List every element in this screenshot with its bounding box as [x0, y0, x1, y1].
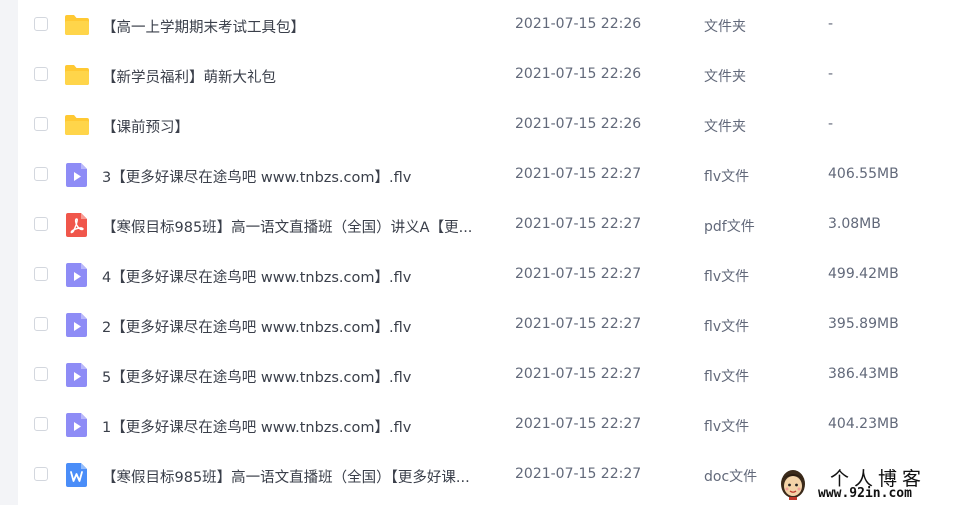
file-modified-time: 2021-07-15 22:27 [515, 316, 642, 332]
file-name[interactable]: 1【更多好课尽在途鸟吧 www.tnbzs.com】.flv [102, 416, 411, 437]
row-checkbox[interactable] [34, 417, 48, 431]
watermark: 个人博客 www.92in.com [770, 462, 967, 505]
file-type: flv文件 [704, 169, 750, 185]
file-type: 文件夹 [704, 19, 746, 35]
file-type: 文件夹 [704, 119, 746, 135]
file-type: pdf文件 [704, 219, 755, 235]
row-checkbox[interactable] [34, 117, 48, 131]
file-row[interactable]: 【高一上学期期末考试工具包】 2021-07-15 22:26 文件夹 - [18, 0, 967, 50]
file-type: flv文件 [704, 419, 750, 435]
file-row[interactable]: 【课前预习】 2021-07-15 22:26 文件夹 - [18, 100, 967, 150]
file-name[interactable]: 3【更多好课尽在途鸟吧 www.tnbzs.com】.flv [102, 166, 411, 187]
file-type: flv文件 [704, 319, 750, 335]
file-size: 406.55MB [828, 166, 899, 182]
folder-icon [65, 65, 89, 85]
file-size: 404.23MB [828, 416, 899, 432]
pdf-file-icon [66, 213, 87, 237]
file-size: 499.42MB [828, 266, 899, 282]
file-size: 395.89MB [828, 316, 899, 332]
row-checkbox[interactable] [34, 67, 48, 81]
row-checkbox[interactable] [34, 217, 48, 231]
file-name[interactable]: 4【更多好课尽在途鸟吧 www.tnbzs.com】.flv [102, 266, 411, 287]
file-row[interactable]: 1【更多好课尽在途鸟吧 www.tnbzs.com】.flv 2021-07-1… [18, 400, 967, 450]
file-name[interactable]: 【高一上学期期末考试工具包】 [102, 16, 305, 37]
folder-icon [65, 15, 89, 35]
row-checkbox[interactable] [34, 267, 48, 281]
file-name[interactable]: 【寒假目标985班】高一语文直播班（全国）【更多好课... [102, 466, 470, 487]
file-modified-time: 2021-07-15 22:27 [515, 466, 642, 482]
video-file-icon [66, 313, 87, 337]
file-modified-time: 2021-07-15 22:26 [515, 16, 642, 32]
file-size: 386.43MB [828, 366, 899, 382]
file-type: flv文件 [704, 269, 750, 285]
file-type: doc文件 [704, 469, 758, 485]
folder-icon [65, 115, 89, 135]
file-size: 3.08MB [828, 216, 881, 232]
cartoon-face-icon [781, 470, 805, 500]
file-row[interactable]: 2【更多好课尽在途鸟吧 www.tnbzs.com】.flv 2021-07-1… [18, 300, 967, 350]
word-file-icon [66, 463, 87, 487]
file-modified-time: 2021-07-15 22:26 [515, 116, 642, 132]
file-size: - [828, 66, 834, 82]
file-name[interactable]: 5【更多好课尽在途鸟吧 www.tnbzs.com】.flv [102, 366, 411, 387]
file-modified-time: 2021-07-15 22:27 [515, 366, 642, 382]
file-modified-time: 2021-07-15 22:27 [515, 266, 642, 282]
file-size: - [828, 16, 834, 32]
row-checkbox[interactable] [34, 167, 48, 181]
file-name[interactable]: 【课前预习】 [102, 116, 189, 137]
video-file-icon [66, 163, 87, 187]
file-row[interactable]: 4【更多好课尽在途鸟吧 www.tnbzs.com】.flv 2021-07-1… [18, 250, 967, 300]
file-modified-time: 2021-07-15 22:26 [515, 66, 642, 82]
row-checkbox[interactable] [34, 17, 48, 31]
video-file-icon [66, 363, 87, 387]
file-type: flv文件 [704, 369, 750, 385]
file-modified-time: 2021-07-15 22:27 [515, 216, 642, 232]
file-list-panel: 【高一上学期期末考试工具包】 2021-07-15 22:26 文件夹 - 【新… [18, 0, 967, 505]
file-name[interactable]: 【寒假目标985班】高一语文直播班（全国）讲义A【更... [102, 216, 472, 237]
file-modified-time: 2021-07-15 22:27 [515, 416, 642, 432]
row-checkbox[interactable] [34, 317, 48, 331]
file-row[interactable]: 5【更多好课尽在途鸟吧 www.tnbzs.com】.flv 2021-07-1… [18, 350, 967, 400]
file-modified-time: 2021-07-15 22:27 [515, 166, 642, 182]
file-name[interactable]: 2【更多好课尽在途鸟吧 www.tnbzs.com】.flv [102, 316, 411, 337]
watermark-url: www.92in.com [818, 486, 912, 501]
file-row[interactable]: 3【更多好课尽在途鸟吧 www.tnbzs.com】.flv 2021-07-1… [18, 150, 967, 200]
file-name[interactable]: 【新学员福利】萌新大礼包 [102, 66, 276, 87]
row-checkbox[interactable] [34, 467, 48, 481]
video-file-icon [66, 263, 87, 287]
row-checkbox[interactable] [34, 367, 48, 381]
file-row[interactable]: 【新学员福利】萌新大礼包 2021-07-15 22:26 文件夹 - [18, 50, 967, 100]
file-row[interactable]: 【寒假目标985班】高一语文直播班（全国）讲义A【更... 2021-07-15… [18, 200, 967, 250]
file-type: 文件夹 [704, 69, 746, 85]
file-size: - [828, 116, 834, 132]
video-file-icon [66, 413, 87, 437]
